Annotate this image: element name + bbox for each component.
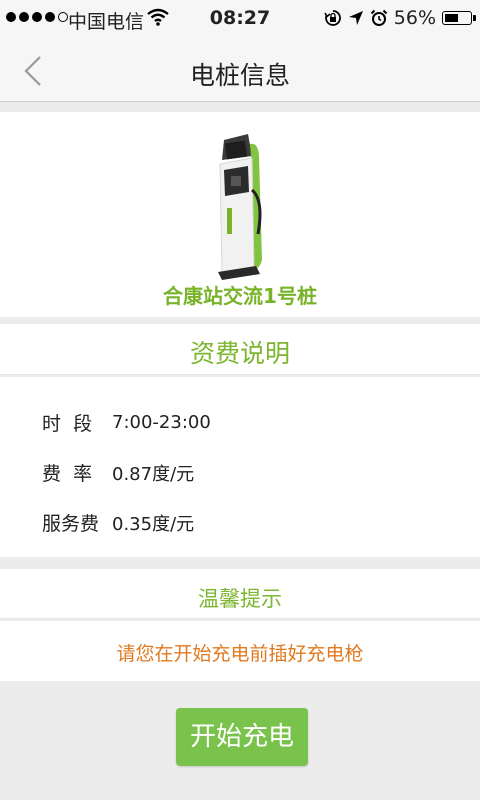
- tips-section-title: 温馨提示: [198, 587, 282, 611]
- status-bar: 中国电信 08:27 56%: [0, 0, 480, 38]
- fee-label: 服务费: [42, 513, 100, 535]
- tips-body: 请您在开始充电前插好充电枪: [0, 621, 480, 681]
- station-card: 合康站交流1号桩: [0, 112, 480, 317]
- fee-section-title: 资费说明: [189, 339, 290, 368]
- fee-details: 时 段 7:00-23:00 费 率 0.87度/元 服务费 0.35度/元: [0, 377, 480, 557]
- location-arrow-icon: [348, 11, 363, 25]
- fee-section-header: 资费说明: [0, 324, 480, 375]
- fee-row-time: 时 段 7:00-23:00: [42, 409, 211, 436]
- battery-icon: [442, 11, 476, 25]
- station-name: 合康站交流1号桩: [163, 284, 317, 308]
- tips-text: 请您在开始充电前插好充电枪: [116, 643, 364, 665]
- alarm-icon: [370, 9, 387, 26]
- rotation-lock-icon: [324, 10, 341, 26]
- fee-value: 0.35度/元: [112, 513, 195, 535]
- fee-label: 费 率: [42, 463, 93, 485]
- nav-bar: 电桩信息: [0, 38, 480, 102]
- fee-value: 0.87度/元: [112, 463, 195, 485]
- fee-label: 时 段: [42, 413, 93, 435]
- start-charging-button[interactable]: 开始充电: [176, 708, 308, 766]
- charging-pile-icon: [218, 134, 262, 280]
- fee-row-rate: 费 率 0.87度/元: [42, 459, 194, 486]
- page-title: 电桩信息: [189, 61, 290, 90]
- tips-section-header: 温馨提示: [0, 569, 480, 619]
- fee-row-service: 服务费 0.35度/元: [42, 509, 194, 536]
- fee-value: 7:00-23:00: [112, 412, 211, 433]
- battery-percent: 56%: [393, 7, 436, 29]
